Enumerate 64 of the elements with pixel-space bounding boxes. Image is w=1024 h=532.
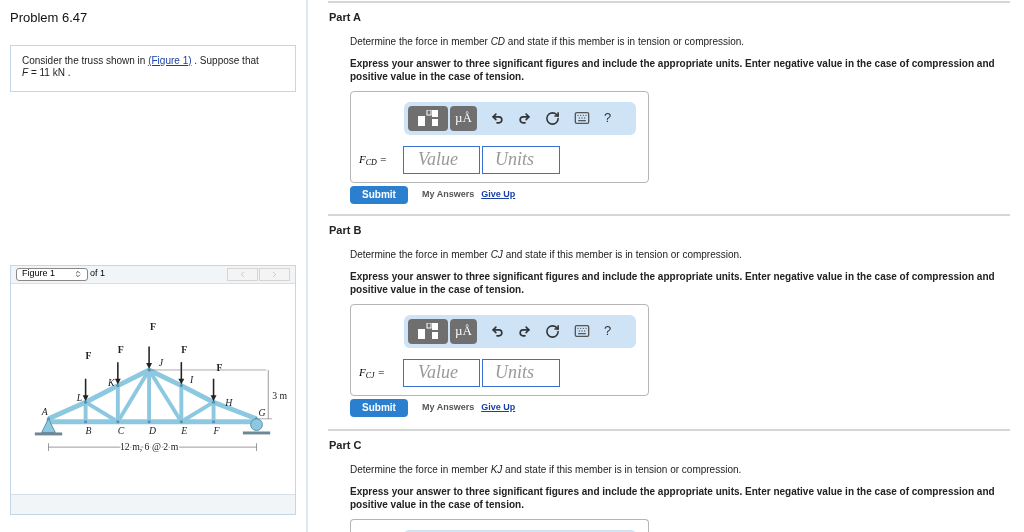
submit-button[interactable]: Submit [350, 185, 408, 204]
part-title: Part B [329, 223, 363, 238]
give-up-link[interactable]: Give Up [481, 187, 516, 202]
reset-icon[interactable] [545, 110, 560, 126]
undo-icon[interactable] [491, 111, 504, 125]
units-button[interactable]: µÅ [450, 318, 477, 344]
redo-icon[interactable] [518, 324, 531, 338]
units-field[interactable]: Units [482, 358, 560, 387]
instruction-text: Express your answer to three significant figures and include the appropriate units. Enter negative value in the case of compression and positive value in the case of tension. [350, 269, 996, 296]
keyboard-icon[interactable] [574, 110, 590, 126]
question-text: Determine the force in member CJ and state if this member is in tension or compression. [350, 247, 743, 262]
reset-icon[interactable] [545, 323, 560, 339]
figure-label: K [108, 376, 115, 388]
my-answers-label: My Answers [422, 400, 475, 414]
instruction-text: Express your answer to three significant figures and include the appropriate units. Enter negative value in the case of compression and positive value in the case of tension. [350, 484, 996, 511]
my-answers-label: My Answers [422, 187, 475, 201]
templates-icon [418, 110, 438, 126]
templates-button[interactable] [408, 105, 448, 131]
figure-label: 3 m [272, 389, 288, 401]
value-field[interactable]: Value [403, 145, 480, 174]
value-field[interactable]: Value [403, 358, 480, 387]
figure-link[interactable]: (Figure 1) [148, 54, 192, 66]
question-text: Determine the force in member CD and state if this member is in tension or compression. [350, 34, 746, 49]
figure-label: F [213, 424, 220, 436]
help-button[interactable]: ? [604, 108, 612, 128]
chevron-right-icon [270, 269, 279, 279]
figure-label: F [117, 343, 124, 355]
figure-label: F [216, 361, 223, 373]
figure-label: F [150, 320, 157, 332]
figure-label: C [117, 424, 125, 436]
figure-count: of 1 [90, 267, 105, 281]
units-field[interactable]: Units [482, 145, 560, 174]
chevron-left-icon [238, 269, 247, 279]
templates-button[interactable] [408, 318, 448, 344]
figure-label: I [190, 373, 194, 385]
give-up-link[interactable]: Give Up [481, 400, 516, 415]
figure-label: 12 m, 6 @ 2 m [119, 440, 179, 452]
part-title: Part A [329, 10, 362, 25]
problem-title: Problem 6.47 [10, 9, 89, 27]
figure-label: A [41, 405, 48, 417]
figure-label: E [181, 424, 188, 436]
select-arrows-icon [74, 270, 82, 278]
answer-label: F$_{CJ}$ = [359, 365, 386, 381]
figure-label: L [76, 391, 83, 403]
part-title: Part C [329, 438, 363, 453]
undo-icon[interactable] [491, 324, 504, 338]
help-button[interactable]: ? [604, 321, 612, 341]
figure-label: F [181, 343, 188, 355]
figure-select[interactable]: Figure 1 [16, 267, 88, 281]
units-button[interactable]: µÅ [450, 105, 477, 131]
instruction-text: Express your answer to three significant figures and include the appropriate units. Enter negative value in the case of compression and positive value in the case of tension. [350, 56, 996, 83]
figure-label: B [85, 424, 92, 436]
figure-label: D [149, 424, 157, 436]
answer-label: F$_{CD}$ = [359, 152, 389, 168]
redo-icon[interactable] [518, 111, 531, 125]
figure-label: J [158, 356, 164, 368]
keyboard-icon[interactable] [574, 323, 590, 339]
figure-label: G [258, 406, 266, 418]
figure-label: F [85, 349, 92, 361]
question-text: Determine the force in member KJ and state if this member is in tension or compression. [350, 462, 743, 477]
templates-icon [418, 323, 438, 339]
submit-button[interactable]: Submit [350, 398, 408, 417]
figure-label: H [225, 396, 233, 408]
problem-statement: Consider the truss shown in (Figure 1) . Suppose that F = 11 kN . [22, 54, 260, 79]
